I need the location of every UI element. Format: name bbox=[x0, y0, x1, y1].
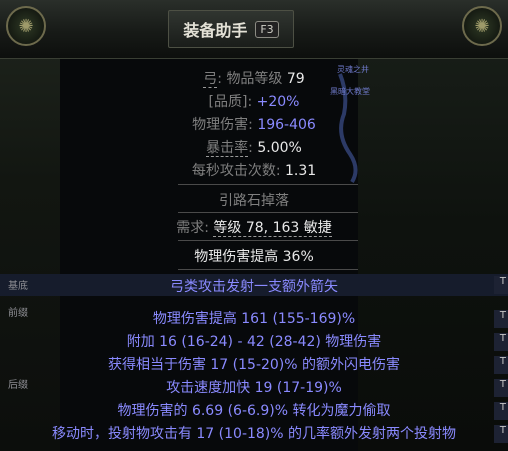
item-level-value: 79 bbox=[286, 71, 305, 87]
title-plate[interactable]: 装备助手 F3 bbox=[168, 10, 294, 48]
right-cell[interactable]: T bbox=[494, 333, 508, 351]
right-cell[interactable]: T bbox=[494, 276, 508, 294]
req-value: 等级 78, 163 敏捷 bbox=[213, 220, 332, 237]
ornament-left-icon: ✺ bbox=[6, 6, 46, 46]
drop-source: 引路石掉落 bbox=[219, 193, 289, 209]
crit-line: 暴击率: 5.00% bbox=[206, 140, 302, 157]
ornament-right-icon: ✺ bbox=[462, 6, 502, 46]
aps-label: 每秒攻击次数 bbox=[191, 163, 276, 179]
item-type: 弓 bbox=[203, 71, 218, 88]
right-cell[interactable]: T bbox=[494, 379, 508, 397]
separator bbox=[178, 240, 358, 241]
separator bbox=[178, 269, 358, 270]
quality-value: +20% bbox=[256, 94, 300, 110]
requirement-line: 需求: 等级 78, 163 敏捷 bbox=[176, 220, 332, 237]
crit-label: 暴击率 bbox=[206, 140, 249, 157]
mod-line: 获得相当于伤害 17 (15-20)% 的额外闪电伤害 bbox=[107, 357, 401, 373]
crit-value: 5.00% bbox=[257, 140, 302, 156]
window-title: 装备助手 bbox=[183, 21, 248, 40]
phys-value: 196-406 bbox=[257, 117, 316, 133]
req-label: 需求 bbox=[176, 220, 205, 236]
item-level-label: 物品等级 bbox=[226, 71, 283, 87]
mod-line: 附加 16 (16-24) - 42 (28-42) 物理伤害 bbox=[126, 334, 382, 350]
header-bar: ✺ 装备助手 F3 ✺ bbox=[0, 0, 508, 59]
right-cell[interactable]: T bbox=[494, 402, 508, 420]
right-cell[interactable]: T bbox=[494, 356, 508, 374]
quality-line: [品质]: +20% bbox=[208, 94, 300, 110]
item-type-line: 弓: 物品等级 79 bbox=[203, 71, 305, 88]
mod-line: 攻击速度加快 19 (17-19)% bbox=[166, 380, 342, 396]
separator bbox=[178, 184, 358, 185]
phys-damage-line: 物理伤害: 196-406 bbox=[192, 117, 316, 133]
quality-label: [品质] bbox=[208, 94, 248, 110]
right-cell[interactable]: T bbox=[494, 310, 508, 328]
aps-line: 每秒攻击次数: 1.31 bbox=[191, 163, 317, 179]
right-cell[interactable]: T bbox=[494, 425, 508, 443]
aps-value: 1.31 bbox=[285, 163, 317, 179]
separator bbox=[178, 212, 358, 213]
hotkey-badge: F3 bbox=[255, 20, 279, 38]
mod-line: 物理伤害提高 161 (155-169)% bbox=[152, 311, 356, 327]
mod-line: 移动时，投射物攻击有 17 (10-18)% 的几率额外发射两个投射物 bbox=[51, 426, 457, 442]
mod-line: 物理伤害的 6.69 (6-6.9)% 转化为魔力偷取 bbox=[117, 403, 391, 419]
item-tooltip: 弓: 物品等级 79 [品质]: +20% 物理伤害: 196-406 暴击率:… bbox=[0, 58, 508, 451]
enchant-mod: 弓类攻击发射一支额外箭矢 bbox=[170, 279, 338, 295]
phys-label: 物理伤害 bbox=[192, 117, 249, 133]
implicit-mod: 物理伤害提高 36% bbox=[194, 249, 314, 265]
